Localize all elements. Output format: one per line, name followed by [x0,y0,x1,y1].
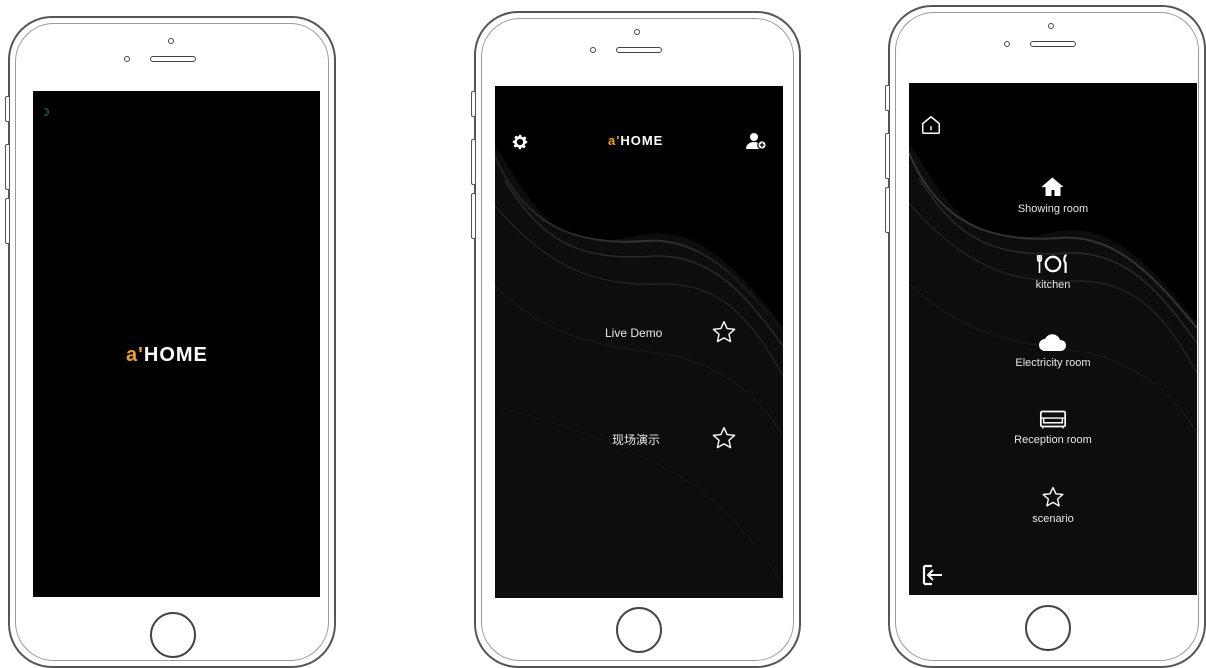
phone-splash: ☽ a'HOME [5,16,336,668]
exit-icon[interactable] [920,563,944,587]
fork-plate-knife-icon [1036,253,1068,273]
logo-mark: a' [608,133,621,148]
list-item-live-demo[interactable]: Live Demo [495,317,783,347]
home-button[interactable] [150,612,196,658]
mute-switch [5,96,9,122]
sensor-dot [1004,41,1010,47]
volume-down-button [885,187,889,233]
logo-word: HOME [143,344,208,366]
room-label: kitchen [1035,279,1071,291]
earpiece-speaker [1030,41,1076,47]
mute-switch [885,85,889,111]
room-label: Showing room [1017,203,1089,215]
house-filled-icon [1042,177,1064,196]
user-plus-icon[interactable] [745,131,767,151]
volume-up-button [5,144,9,190]
app-logo: a'HOME [126,344,208,367]
house-outline-icon[interactable] [920,114,942,136]
star-outline-icon [1042,486,1064,507]
room-item-scenario[interactable]: scenario [909,485,1197,525]
phone-home: a'HOME Live Demo 现场演示 [471,11,801,668]
sofa-icon [1039,410,1067,429]
front-camera [634,29,640,35]
earpiece-speaker [616,47,662,53]
room-label: scenario [1032,513,1074,525]
mute-switch [471,91,475,117]
room-item-kitchen[interactable]: kitchen [909,253,1197,291]
room-item-electricity-room[interactable]: Electricity room [909,333,1197,369]
logo-word: HOME [620,133,664,148]
home-button[interactable] [1025,605,1071,651]
earpiece-speaker [150,56,196,62]
gear-icon[interactable] [511,133,529,151]
star-outline-icon[interactable] [710,319,738,345]
front-camera [168,38,174,44]
logo-mark: a' [126,344,144,366]
cloud-icon [1039,334,1067,351]
home-button[interactable] [616,607,662,653]
volume-up-button [885,133,889,179]
room-item-showing-room[interactable]: Showing room [909,175,1197,215]
list-item-label: Live Demo [605,326,663,340]
room-item-reception-room[interactable]: Reception room [909,408,1197,446]
front-camera [1048,23,1054,29]
list-item-label: 现场演示 [612,433,661,447]
home-screen: a'HOME Live Demo 现场演示 [495,86,783,598]
phone-rooms: Showing room kitchen Electricity room Re… [885,5,1206,668]
volume-up-button [471,139,475,185]
list-item-live-demo-cn[interactable]: 现场演示 [495,423,783,453]
sensor-dot [124,56,130,62]
room-label: Reception room [1014,434,1092,446]
star-outline-icon[interactable] [710,425,738,451]
stage: ☽ a'HOME a'HOME Live Demo 现场演示 Showing r… [0,0,1206,668]
room-label: Electricity room [1015,357,1091,369]
rooms-screen: Showing room kitchen Electricity room Re… [909,83,1197,595]
volume-down-button [5,198,9,244]
volume-down-button [471,193,475,239]
sensor-dot [590,47,596,53]
splash-screen: ☽ a'HOME [33,91,320,597]
app-logo: a'HOME [608,133,663,148]
loading-indicator: ☽ [40,107,50,119]
